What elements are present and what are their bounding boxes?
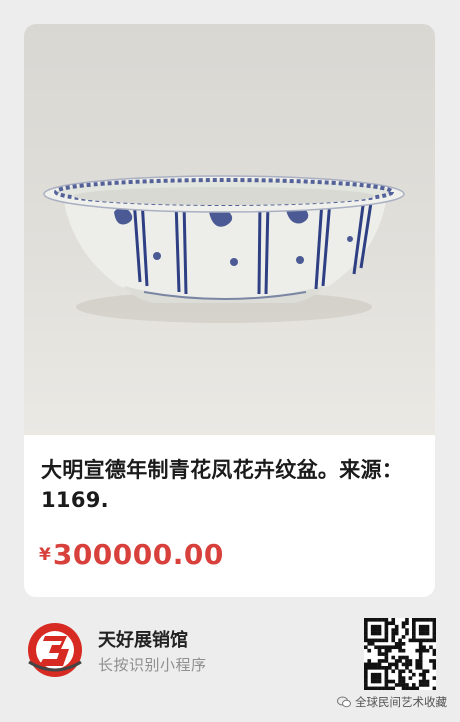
qr-code-image	[364, 618, 437, 691]
porcelain-basin-illustration	[43, 175, 405, 323]
mini-program-qr-code[interactable]	[364, 618, 437, 691]
product-card[interactable]: 大明宣德年制青花凤花卉纹盆。来源：1169. ¥300000.00	[24, 24, 435, 597]
brand-name: 天好展销馆	[98, 630, 188, 651]
wechat-icon	[337, 696, 351, 708]
source-watermark: 全球民间艺术收藏	[337, 694, 447, 710]
product-title: 大明宣德年制青花凤花卉纹盆。来源：1169.	[41, 458, 404, 512]
watermark-text: 全球民间艺术收藏	[355, 695, 447, 709]
price-amount: 300000.00	[52, 538, 224, 571]
brand-logo-icon	[28, 623, 82, 677]
product-image[interactable]	[24, 24, 435, 435]
mini-program-footer: 天好展销馆 长按识别小程序 全球民间艺术收藏	[0, 600, 460, 722]
price-currency: ¥	[39, 545, 51, 565]
product-price: ¥300000.00	[39, 538, 224, 571]
mini-program-hint: 长按识别小程序	[98, 656, 207, 674]
